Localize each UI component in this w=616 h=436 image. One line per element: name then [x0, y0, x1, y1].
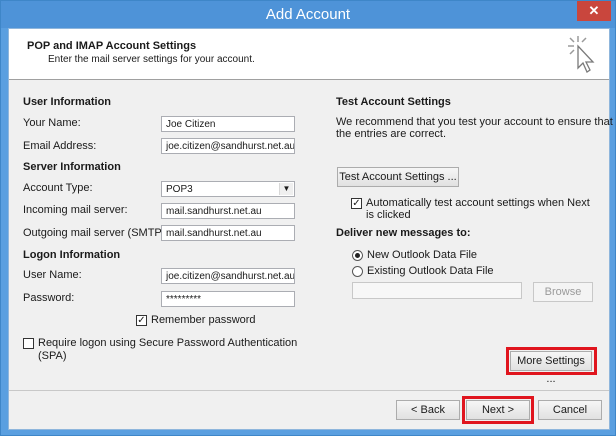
window-title: Add Account — [265, 6, 351, 23]
test-settings-heading: Test Account Settings — [336, 96, 451, 108]
auto-test-label: Automatically test account settings when… — [366, 197, 590, 209]
cursor-click-icon — [568, 36, 595, 73]
add-account-window: Add Account ✕ POP and IMAP Account Setti… — [0, 0, 616, 436]
account-type-select[interactable]: POP3 ▼ — [161, 181, 295, 197]
test-description-line2: the entries are correct. — [336, 128, 447, 140]
dialog-header: POP and IMAP Account Settings Enter the … — [9, 29, 609, 80]
remember-password-label: Remember password — [151, 314, 256, 326]
logon-info-heading: Logon Information — [23, 249, 121, 261]
more-settings-highlight — [506, 347, 597, 375]
spa-label: Require logon using Secure Password Auth… — [38, 337, 298, 349]
test-account-settings-button[interactable]: Test Account Settings ... — [337, 167, 459, 187]
password-label: Password: — [23, 292, 75, 304]
new-data-file-radio[interactable] — [352, 250, 363, 261]
server-info-heading: Server Information — [23, 161, 121, 173]
user-info-heading: User Information — [23, 96, 112, 108]
close-icon[interactable]: ✕ — [577, 1, 611, 21]
page-subtitle: Enter the mail server settings for your … — [48, 54, 255, 65]
dialog-client-area: POP and IMAP Account Settings Enter the … — [8, 28, 613, 430]
user-name-label: User Name: — [23, 269, 82, 281]
data-file-path-input[interactable] — [352, 282, 522, 299]
account-type-label: Account Type: — [23, 182, 93, 194]
incoming-server-input[interactable]: mail.sandhurst.net.au — [161, 203, 295, 219]
next-highlight — [462, 396, 534, 424]
deliver-heading: Deliver new messages to: — [336, 227, 471, 239]
spa-checkbox[interactable] — [23, 338, 34, 349]
email-address-label: Email Address: — [23, 140, 97, 152]
new-data-file-label: New Outlook Data File — [367, 249, 478, 261]
footer-divider — [9, 390, 609, 391]
cancel-button[interactable]: Cancel — [538, 400, 602, 420]
auto-test-checkbox[interactable]: ✓ — [351, 198, 362, 209]
your-name-label: Your Name: — [23, 117, 81, 129]
incoming-server-label: Incoming mail server: — [23, 204, 128, 216]
browse-button[interactable]: Browse — [533, 282, 593, 302]
page-title: POP and IMAP Account Settings — [27, 40, 197, 52]
outgoing-server-label: Outgoing mail server (SMTP): — [23, 227, 169, 239]
user-name-input[interactable]: joe.citizen@sandhurst.net.au — [161, 268, 295, 284]
remember-password-checkbox[interactable]: ✓ — [136, 315, 147, 326]
existing-data-file-radio[interactable] — [352, 266, 363, 277]
test-description-line1: We recommend that you test your account … — [336, 116, 613, 128]
chevron-down-icon[interactable]: ▼ — [279, 183, 293, 195]
spa-label-line2: (SPA) — [38, 350, 67, 362]
email-address-input[interactable]: joe.citizen@sandhurst.net.au — [161, 138, 295, 154]
existing-data-file-label: Existing Outlook Data File — [367, 265, 494, 277]
your-name-input[interactable]: Joe Citizen — [161, 116, 295, 132]
password-input[interactable]: ********* — [161, 291, 295, 307]
title-bar[interactable]: Add Account ✕ — [1, 1, 615, 28]
outgoing-server-input[interactable]: mail.sandhurst.net.au — [161, 225, 295, 241]
account-type-value: POP3 — [166, 184, 193, 195]
back-button[interactable]: < Back — [396, 400, 460, 420]
auto-test-label-line2: is clicked — [366, 209, 411, 221]
